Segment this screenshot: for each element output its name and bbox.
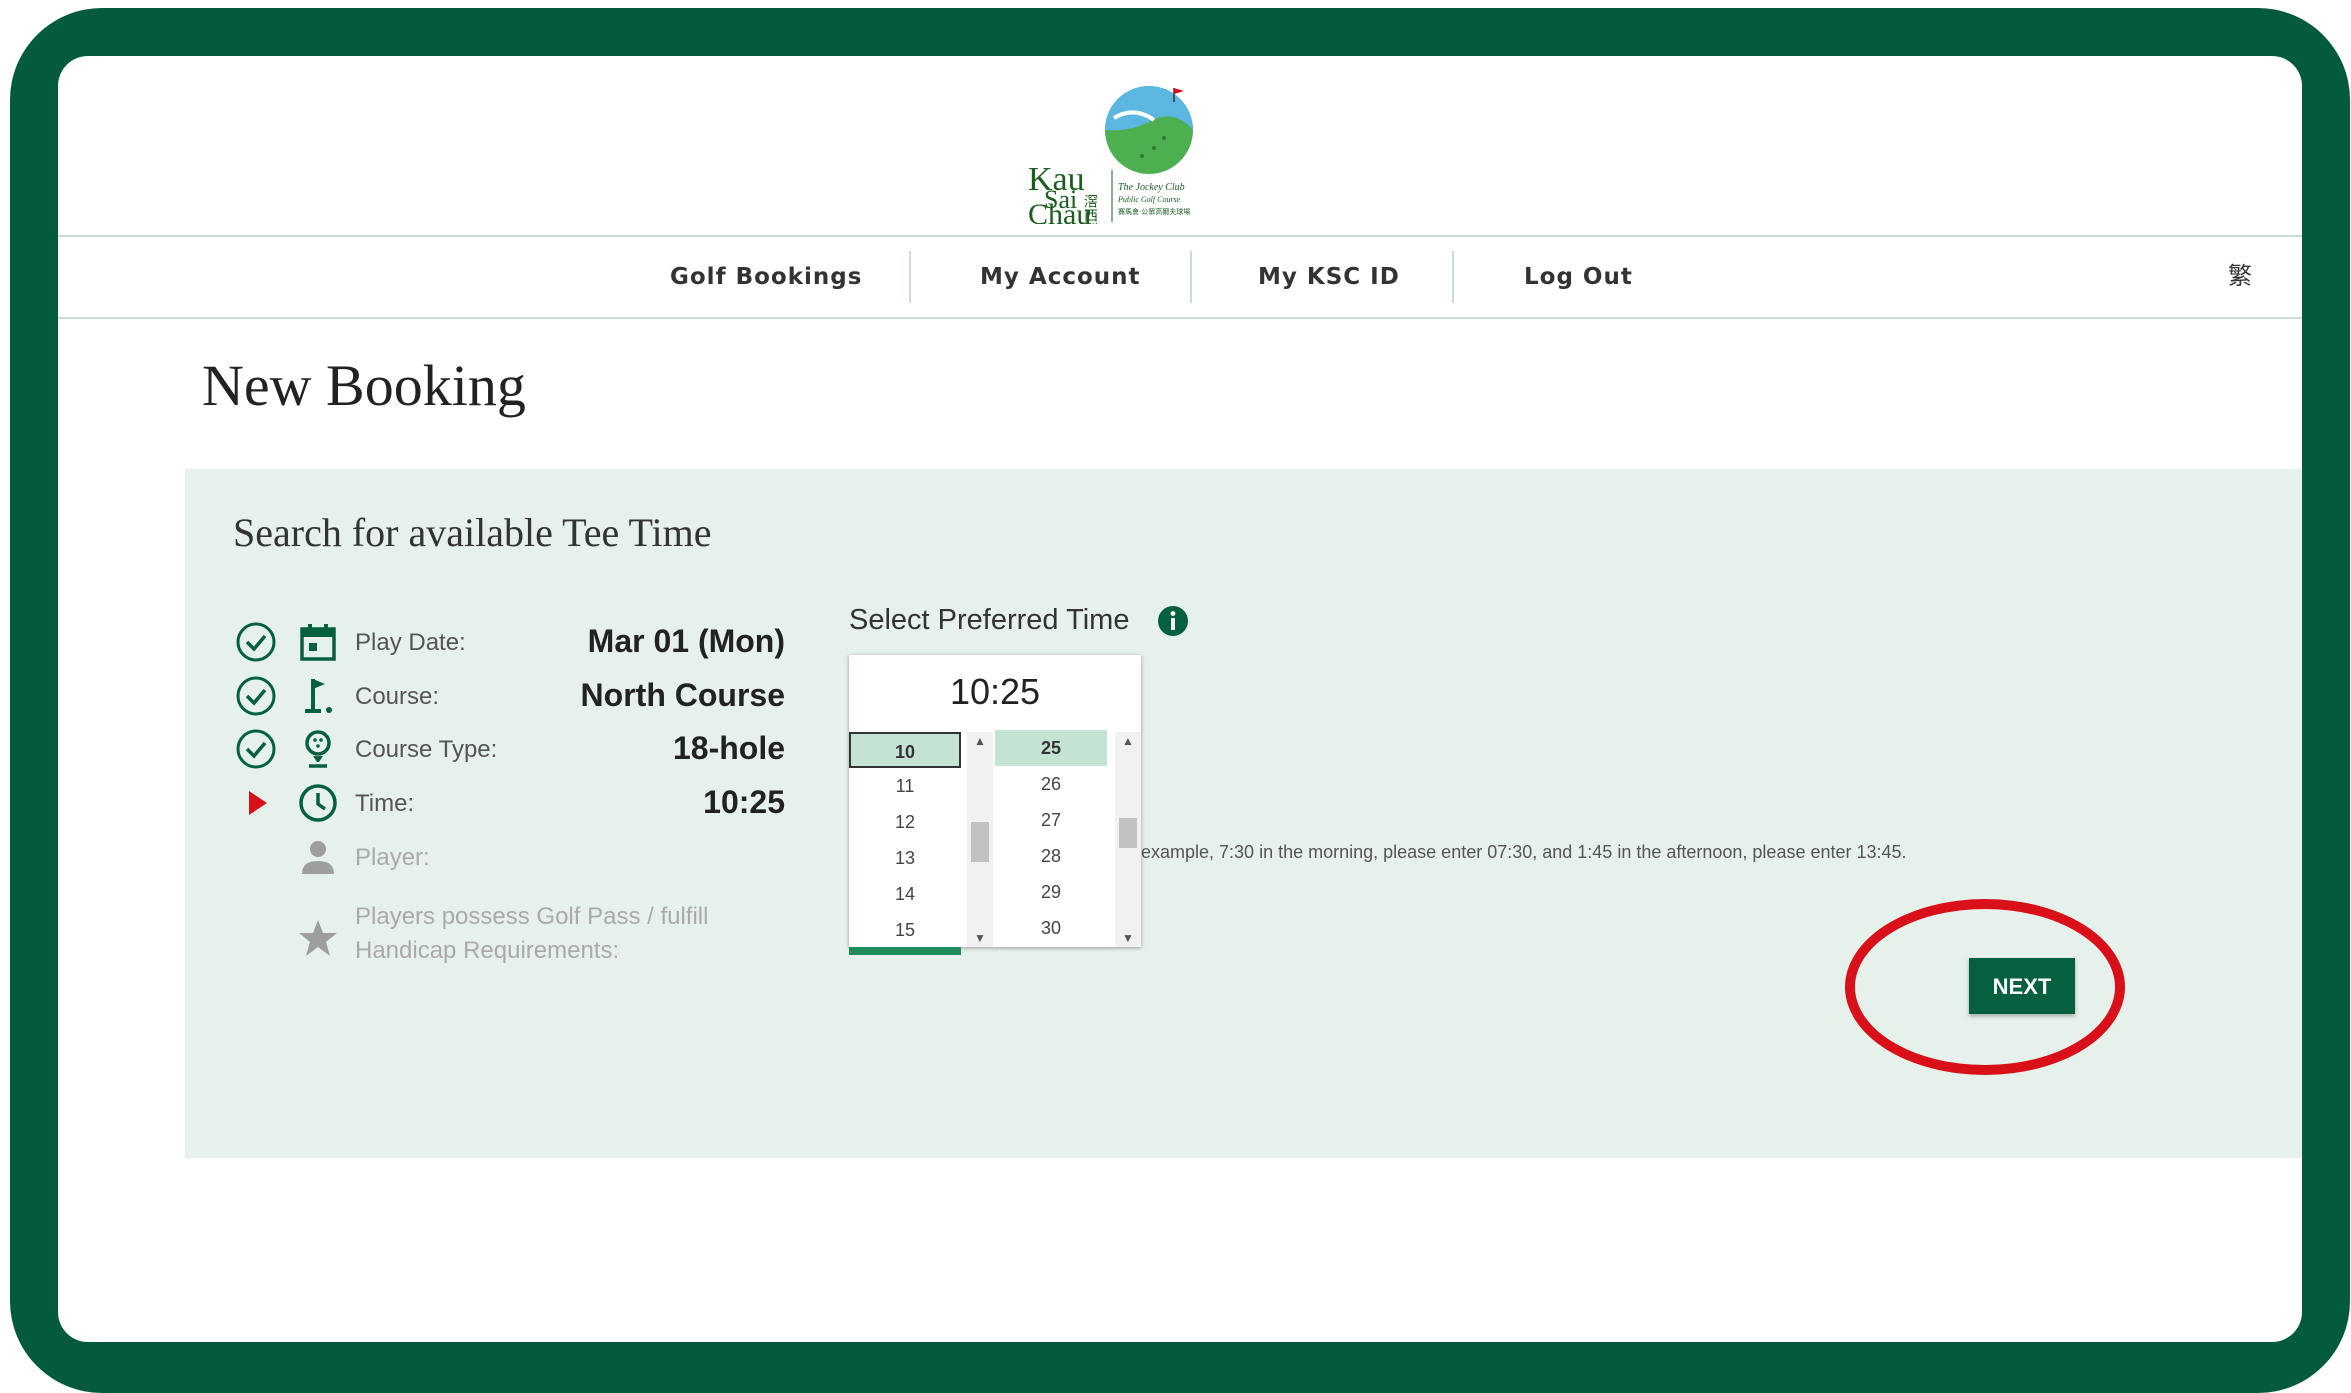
nav-log-out[interactable]: Log Out — [1524, 237, 1633, 317]
scroll-up-icon[interactable]: ▲ — [967, 734, 993, 748]
minute-option[interactable]: 26 — [995, 766, 1107, 802]
minute-option[interactable]: 27 — [995, 802, 1107, 838]
step-play-date[interactable]: Play Date: Mar 01 (Mon) — [185, 617, 785, 667]
step-label: Players possess Golf Pass / fulfill — [355, 903, 709, 930]
check-circle-icon — [236, 622, 276, 662]
hour-scroll-thumb[interactable] — [971, 822, 989, 862]
time-format-hint: example, 7:30 in the morning, please ent… — [1141, 842, 1907, 862]
highlight-circle — [1845, 899, 2125, 1075]
nav-divider — [909, 251, 911, 303]
golf-ball-icon — [305, 730, 331, 768]
minute-option[interactable]: 30 — [995, 910, 1107, 946]
preferred-time-label: Select Preferred Time — [849, 604, 1130, 636]
step-label: Player: — [355, 844, 430, 871]
step-course-type[interactable]: Course Type: 18-hole — [185, 724, 785, 774]
nav-golf-bookings[interactable]: Golf Bookings — [670, 237, 862, 317]
time-picker-display: 10:25 — [949, 671, 1041, 712]
tee-time-search-panel: Search for available Tee Time Play Date:… — [185, 469, 2302, 1158]
person-icon — [302, 841, 334, 874]
hour-option[interactable]: 12 — [849, 804, 961, 840]
star-icon — [299, 920, 337, 956]
minute-scrollbar[interactable]: ▲ ▼ — [1115, 732, 1141, 947]
minute-column[interactable]: 25 26 27 28 29 30 ▲ ▼ — [995, 730, 1141, 947]
logo-tagline1: The Jockey Club — [1118, 182, 1185, 193]
hour-option[interactable]: 11 — [849, 768, 961, 804]
minute-scroll-thumb[interactable] — [1119, 818, 1137, 848]
step-label: Time: — [355, 790, 415, 817]
nav-divider — [1452, 251, 1454, 303]
step-value: 18-hole — [672, 730, 785, 766]
step-time[interactable]: Time: 10:25 — [185, 778, 785, 828]
hour-column[interactable]: 10 11 12 13 14 15 ▲ ▼ — [849, 732, 995, 947]
kau-sai-chau-logo[interactable]: Kau Sai Chau 滘西洲 The Jockey Club Public … — [1024, 78, 1220, 236]
step-course[interactable]: Course: North Course — [185, 671, 785, 721]
step-label-line2: Handicap Requirements: — [355, 937, 620, 964]
clock-icon — [299, 784, 337, 822]
logo-chinese: 滘西洲 — [1082, 194, 1098, 224]
hour-option[interactable]: 15 — [849, 912, 961, 948]
step-value: Mar 01 (Mon) — [587, 623, 785, 659]
time-picker[interactable]: 10:25 10 11 12 13 14 15 ▲ ▼ 25 26 27 28 — [849, 655, 1141, 947]
minute-option[interactable]: 28 — [995, 838, 1107, 874]
hour-option[interactable]: 10 — [849, 732, 961, 768]
logo-tagline3: 賽馬會·公眾高爾夫球場 — [1118, 207, 1190, 216]
language-toggle[interactable]: 繁 — [2228, 237, 2252, 317]
scroll-up-icon[interactable]: ▲ — [1115, 734, 1141, 748]
minute-option[interactable]: 29 — [995, 874, 1107, 910]
main-nav: Golf Bookings My Account My KSC ID Log O… — [58, 235, 2302, 319]
step-label: Play Date: — [355, 629, 466, 656]
minute-option[interactable]: 25 — [995, 730, 1107, 766]
browser-screen: Kau Sai Chau 滘西洲 The Jockey Club Public … — [58, 56, 2302, 1342]
info-icon[interactable] — [1157, 605, 1189, 637]
step-label: Course Type: — [355, 736, 498, 763]
hour-option[interactable]: 14 — [849, 876, 961, 912]
panel-title: Search for available Tee Time — [233, 510, 712, 555]
page-title: New Booking — [202, 353, 526, 418]
nav-my-ksc-id[interactable]: My KSC ID — [1258, 237, 1400, 317]
current-step-arrow-icon — [249, 791, 267, 815]
check-circle-icon — [236, 729, 276, 769]
hour-option[interactable]: 13 — [849, 840, 961, 876]
scroll-down-icon[interactable]: ▼ — [967, 931, 993, 945]
step-label: Course: — [355, 683, 440, 710]
nav-my-account[interactable]: My Account — [980, 237, 1141, 317]
nav-divider — [1190, 251, 1192, 303]
scroll-down-icon[interactable]: ▼ — [1115, 931, 1141, 945]
check-circle-icon — [236, 676, 276, 716]
hour-scrollbar[interactable]: ▲ ▼ — [967, 732, 993, 947]
step-value: North Course — [580, 677, 785, 713]
step-golf-pass: Players possess Golf Pass / fulfill Hand… — [185, 897, 785, 977]
time-input-underline — [849, 947, 961, 955]
flag-icon — [305, 679, 332, 713]
calendar-icon — [300, 624, 336, 661]
step-value: 10:25 — [703, 784, 785, 820]
step-player: Player: — [185, 832, 785, 882]
logo-tagline2: Public Golf Course — [1117, 195, 1181, 204]
